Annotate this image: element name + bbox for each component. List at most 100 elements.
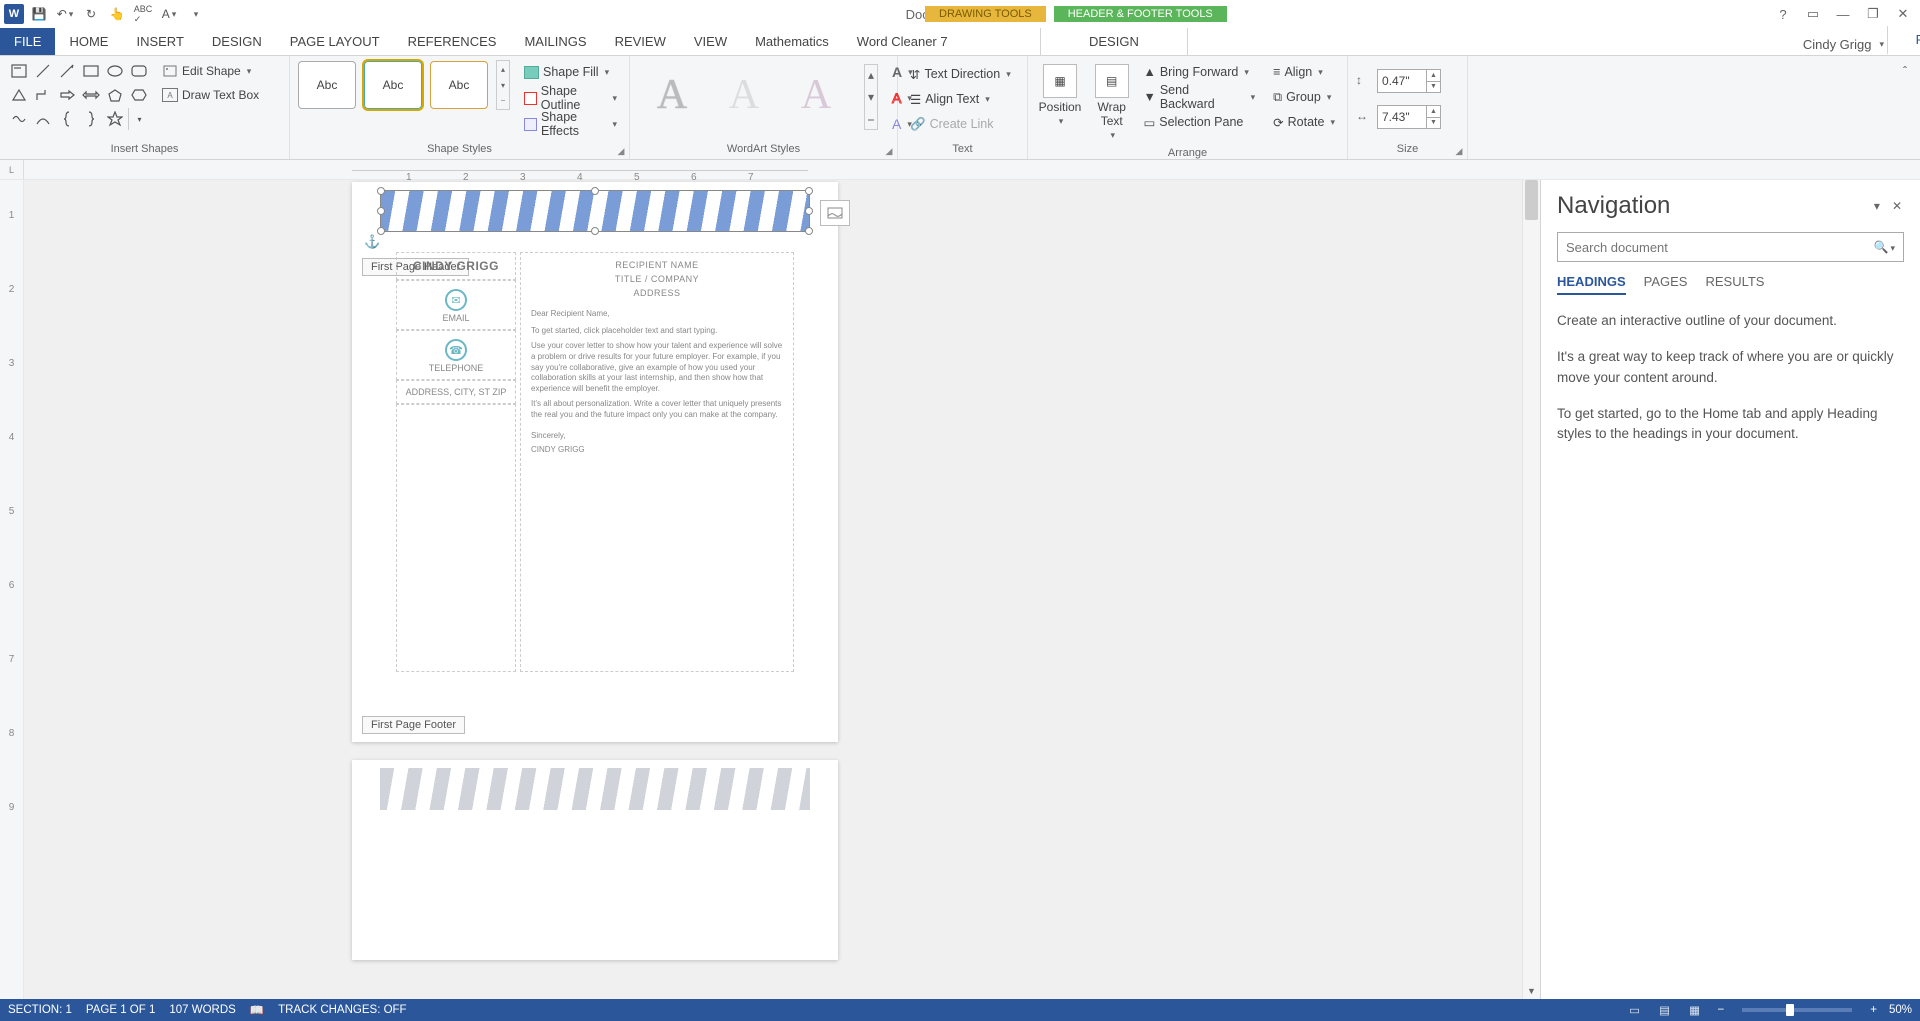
nav-tab-pages[interactable]: PAGES	[1644, 274, 1688, 295]
ruler-corner[interactable]: L	[0, 160, 24, 179]
shape-arrow-block-icon[interactable]	[56, 84, 78, 106]
zoom-level[interactable]: 50%	[1889, 1004, 1912, 1016]
shape-curve-icon[interactable]	[32, 108, 54, 130]
shape-oval-icon[interactable]	[104, 60, 126, 82]
view-read-mode-icon[interactable]: ▭	[1624, 1001, 1646, 1019]
document-body[interactable]: CINDY GRIGG ✉ EMAIL ☎ TELEPHONE ADDRESS,…	[396, 252, 794, 672]
draw-text-box-button[interactable]: A Draw Text Box	[158, 84, 263, 106]
size-launcher-icon[interactable]: ◢	[1453, 145, 1465, 157]
nav-tab-results[interactable]: RESULTS	[1705, 274, 1764, 295]
tab-mailings[interactable]: MAILINGS	[510, 28, 600, 55]
wordart-style-3[interactable]: A	[786, 64, 846, 126]
vertical-scrollbar[interactable]: ▲ ▼	[1522, 180, 1540, 999]
resize-handle-s[interactable]	[591, 227, 599, 235]
repeat-icon[interactable]: ↻	[80, 3, 102, 25]
rotate-button[interactable]: ⟳Rotate▾	[1269, 110, 1339, 134]
spelling-icon[interactable]: ABC✓	[132, 3, 154, 25]
restore-icon[interactable]: ❐	[1862, 5, 1884, 23]
scroll-down-icon[interactable]: ▼	[1523, 983, 1540, 999]
nav-close-icon[interactable]: ✕	[1890, 197, 1904, 215]
resize-handle-e[interactable]	[805, 207, 813, 215]
height-up[interactable]: ▲	[1426, 70, 1440, 82]
tab-view[interactable]: VIEW	[680, 28, 741, 55]
zoom-slider[interactable]	[1742, 1008, 1852, 1012]
address-block[interactable]: ADDRESS, CITY, ST ZIP	[396, 380, 516, 404]
document-canvas[interactable]: ⚓ First Page Header CINDY GRIGG ✉ EMAIL …	[24, 180, 1522, 999]
save-icon[interactable]: 💾	[28, 3, 50, 25]
email-block[interactable]: ✉ EMAIL	[396, 280, 516, 330]
tab-word-cleaner[interactable]: Word Cleaner 7	[843, 28, 962, 55]
edit-shape-button[interactable]: Edit Shape▾	[158, 60, 263, 82]
resize-handle-se[interactable]	[805, 227, 813, 235]
search-icon[interactable]: 🔍▾	[1874, 240, 1895, 254]
tab-references[interactable]: REFERENCES	[394, 28, 511, 55]
shape-line-icon[interactable]	[32, 60, 54, 82]
resize-handle-w[interactable]	[377, 207, 385, 215]
collapse-ribbon-icon[interactable]: ˆ	[1894, 60, 1916, 82]
status-words[interactable]: 107 WORDS	[169, 1004, 235, 1016]
shape-double-arrow-icon[interactable]	[80, 84, 102, 106]
status-section[interactable]: SECTION: 1	[8, 1004, 72, 1016]
tab-format[interactable]: FORMAT	[1887, 26, 1920, 55]
tab-page-layout[interactable]: PAGE LAYOUT	[276, 28, 394, 55]
horizontal-ruler[interactable]	[352, 160, 808, 180]
tab-insert[interactable]: INSERT	[122, 28, 197, 55]
tab-context-design[interactable]: DESIGN	[1040, 28, 1188, 55]
zoom-slider-thumb[interactable]	[1786, 1004, 1794, 1016]
touch-mode-icon[interactable]: 👆	[106, 3, 128, 25]
shape-styles-launcher-icon[interactable]: ◢	[615, 145, 627, 157]
wordart-style-2[interactable]: A	[714, 64, 774, 126]
sender-name[interactable]: CINDY GRIGG	[396, 252, 516, 280]
status-track-changes[interactable]: TRACK CHANGES: OFF	[278, 1004, 406, 1016]
shape-hexagon-icon[interactable]	[128, 84, 150, 106]
width-up[interactable]: ▲	[1426, 106, 1440, 118]
wrap-text-button[interactable]: ▤ Wrap Text▾	[1088, 60, 1135, 145]
close-icon[interactable]: ✕	[1892, 5, 1914, 23]
shape-style-3[interactable]: Abc	[430, 61, 488, 109]
nav-search-box[interactable]: 🔍▾	[1557, 232, 1904, 262]
shape-outline-button[interactable]: Shape Outline▾	[520, 86, 621, 110]
vertical-ruler[interactable]: 123456789	[0, 180, 24, 999]
shape-pentagon-icon[interactable]	[104, 84, 126, 106]
status-page[interactable]: PAGE 1 OF 1	[86, 1004, 155, 1016]
help-icon[interactable]: ?	[1772, 5, 1794, 23]
letter-body[interactable]: RECIPIENT NAME TITLE / COMPANY ADDRESS D…	[520, 252, 794, 672]
resize-handle-nw[interactable]	[377, 187, 385, 195]
width-down[interactable]: ▼	[1426, 118, 1440, 129]
nav-tab-headings[interactable]: HEADINGS	[1557, 274, 1626, 295]
tab-home[interactable]: HOME	[55, 28, 122, 55]
nav-dropdown-icon[interactable]: ▾	[1872, 197, 1882, 215]
layout-options-button[interactable]	[820, 200, 850, 226]
wordart-style-1[interactable]: A	[642, 64, 702, 126]
wordart-launcher-icon[interactable]: ◢	[883, 145, 895, 157]
zoom-out-button[interactable]: −	[1714, 1004, 1729, 1016]
view-web-layout-icon[interactable]: ▦	[1684, 1001, 1706, 1019]
qat-customize-icon[interactable]: ▾	[184, 3, 206, 25]
wordart-gallery-more[interactable]: ▴▾⎯	[864, 64, 878, 130]
shape-style-gallery[interactable]: Abc Abc Abc ▴▾⎯	[298, 60, 510, 110]
tab-review[interactable]: REVIEW	[601, 28, 680, 55]
height-down[interactable]: ▼	[1426, 82, 1440, 93]
wordart-gallery[interactable]: A A A ▴▾⎯	[638, 60, 882, 134]
zoom-in-button[interactable]: +	[1866, 1004, 1881, 1016]
resize-handle-n[interactable]	[591, 187, 599, 195]
bring-forward-button[interactable]: ▲Bring Forward▾	[1139, 60, 1259, 84]
selection-pane-button[interactable]: ▭Selection Pane	[1139, 110, 1259, 134]
shape-fill-button[interactable]: Shape Fill▾	[520, 60, 621, 84]
anchor-icon[interactable]: ⚓	[364, 234, 380, 250]
shapes-gallery[interactable]: ▾	[8, 60, 150, 130]
undo-icon[interactable]: ↶▾	[54, 3, 76, 25]
height-input[interactable]: 0.47"▲▼	[1377, 69, 1441, 93]
group-button[interactable]: ⧉Group▾	[1269, 85, 1339, 109]
font-size-icon[interactable]: A▾	[158, 3, 180, 25]
resize-handle-ne[interactable]	[805, 187, 813, 195]
shape-elbow-icon[interactable]	[32, 84, 54, 106]
view-print-layout-icon[interactable]: ▤	[1654, 1001, 1676, 1019]
ribbon-display-options-icon[interactable]: ▭	[1802, 5, 1824, 23]
shape-freeform-icon[interactable]	[8, 108, 30, 130]
shape-arrow-line-icon[interactable]	[56, 60, 78, 82]
tab-mathematics[interactable]: Mathematics	[741, 28, 843, 55]
telephone-block[interactable]: ☎ TELEPHONE	[396, 330, 516, 380]
shape-style-gallery-more[interactable]: ▴▾⎯	[496, 60, 510, 110]
shape-rectangle-icon[interactable]	[80, 60, 102, 82]
